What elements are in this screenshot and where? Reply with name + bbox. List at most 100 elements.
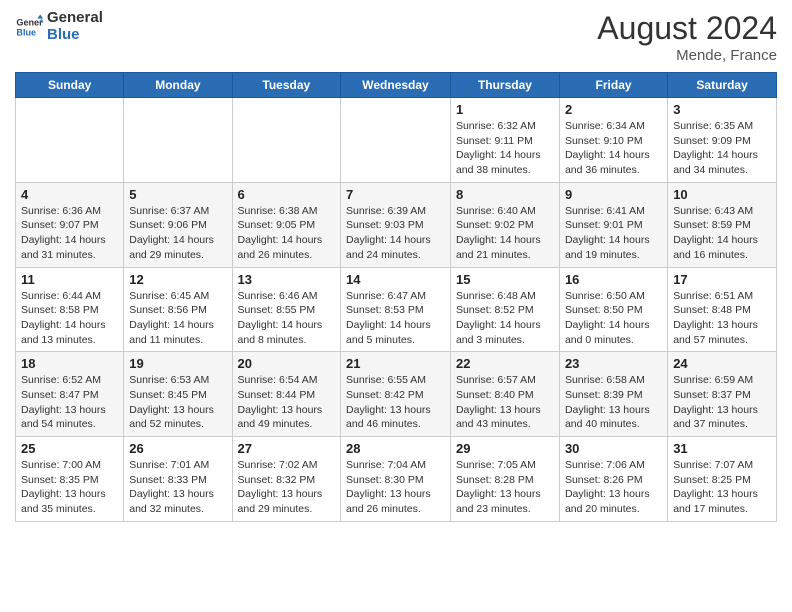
table-row: 16 Sunrise: 6:50 AM Sunset: 8:50 PM Dayli… xyxy=(559,267,667,352)
day-info: Sunrise: 6:50 AM Sunset: 8:50 PM Dayligh… xyxy=(565,289,662,348)
table-row: 20Sunrise: 6:54 AM Sunset: 8:44 PM Dayli… xyxy=(232,352,340,437)
page: General Blue General Blue August 2024 Me… xyxy=(0,0,792,612)
day-info: Sunrise: 7:00 AM Sunset: 8:35 PM Dayligh… xyxy=(21,458,118,517)
day-number: 27 xyxy=(238,441,335,456)
calendar-header-row: Sunday Monday Tuesday Wednesday Thursday… xyxy=(16,73,777,98)
day-number: 7 xyxy=(346,187,445,202)
day-info: Sunrise: 6:36 AM Sunset: 9:07 PM Dayligh… xyxy=(21,204,118,263)
table-row: 24 Sunrise: 6:59 AM Sunset: 8:37 PM Dayli… xyxy=(668,352,777,437)
day-info: Sunrise: 6:58 AM Sunset: 8:39 PM Dayligh… xyxy=(565,373,662,432)
day-info: Sunrise: 6:39 AM Sunset: 9:03 PM Dayligh… xyxy=(346,204,445,263)
day-number: 5 xyxy=(129,187,226,202)
svg-text:Blue: Blue xyxy=(16,27,36,37)
day-info: Sunrise: 6:45 AM Sunset: 8:56 PM Dayligh… xyxy=(129,289,226,348)
day-info: Sunrise: 6:52 AM Sunset: 8:47 PM Dayligh… xyxy=(21,373,118,432)
table-row: 13 Sunrise: 6:46 AM Sunset: 8:55 PM Dayli… xyxy=(232,267,340,352)
day-number: 26 xyxy=(129,441,226,456)
day-number: 1 xyxy=(456,102,554,117)
table-row: 21Sunrise: 6:55 AM Sunset: 8:42 PM Dayli… xyxy=(341,352,451,437)
logo: General Blue General Blue xyxy=(15,10,103,43)
table-row: 15 Sunrise: 6:48 AM Sunset: 8:52 PM Dayli… xyxy=(450,267,559,352)
table-row: 23 Sunrise: 6:58 AM Sunset: 8:39 PM Dayli… xyxy=(559,352,667,437)
day-number: 25 xyxy=(21,441,118,456)
day-number: 16 xyxy=(565,272,662,287)
day-info: Sunrise: 6:37 AM Sunset: 9:06 PM Dayligh… xyxy=(129,204,226,263)
col-thursday: Thursday xyxy=(450,73,559,98)
day-info: Sunrise: 6:35 AM Sunset: 9:09 PM Dayligh… xyxy=(673,119,771,178)
header: General Blue General Blue August 2024 Me… xyxy=(15,10,777,64)
col-sunday: Sunday xyxy=(16,73,124,98)
day-info: Sunrise: 7:04 AM Sunset: 8:30 PM Dayligh… xyxy=(346,458,445,517)
day-number: 20 xyxy=(238,356,335,371)
day-info: Sunrise: 6:51 AM Sunset: 8:48 PM Dayligh… xyxy=(673,289,771,348)
logo-icon: General Blue xyxy=(15,13,43,41)
day-info: Sunrise: 6:44 AM Sunset: 8:58 PM Dayligh… xyxy=(21,289,118,348)
day-number: 12 xyxy=(129,272,226,287)
table-row: 18 Sunrise: 6:52 AM Sunset: 8:47 PM Dayli… xyxy=(16,352,124,437)
table-row: 6 Sunrise: 6:38 AM Sunset: 9:05 PM Daylig… xyxy=(232,182,340,267)
month-year: August 2024 xyxy=(597,10,777,47)
day-info: Sunrise: 6:40 AM Sunset: 9:02 PM Dayligh… xyxy=(456,204,554,263)
calendar-week-row: 11 Sunrise: 6:44 AM Sunset: 8:58 PM Dayli… xyxy=(16,267,777,352)
day-number: 2 xyxy=(565,102,662,117)
day-number: 9 xyxy=(565,187,662,202)
table-row: 17Sunrise: 6:51 AM Sunset: 8:48 PM Dayli… xyxy=(668,267,777,352)
location: Mende, France xyxy=(597,47,777,64)
day-info: Sunrise: 7:02 AM Sunset: 8:32 PM Dayligh… xyxy=(238,458,335,517)
day-info: Sunrise: 7:05 AM Sunset: 8:28 PM Dayligh… xyxy=(456,458,554,517)
table-row: 2Sunrise: 6:34 AM Sunset: 9:10 PM Daylig… xyxy=(559,98,667,183)
day-number: 13 xyxy=(238,272,335,287)
table-row: 10Sunrise: 6:43 AM Sunset: 8:59 PM Dayli… xyxy=(668,182,777,267)
day-number: 3 xyxy=(673,102,771,117)
day-info: Sunrise: 6:48 AM Sunset: 8:52 PM Dayligh… xyxy=(456,289,554,348)
col-friday: Friday xyxy=(559,73,667,98)
day-number: 23 xyxy=(565,356,662,371)
table-row: 11 Sunrise: 6:44 AM Sunset: 8:58 PM Dayli… xyxy=(16,267,124,352)
table-row: 27 Sunrise: 7:02 AM Sunset: 8:32 PM Dayli… xyxy=(232,437,340,522)
day-info: Sunrise: 6:43 AM Sunset: 8:59 PM Dayligh… xyxy=(673,204,771,263)
day-number: 29 xyxy=(456,441,554,456)
day-info: Sunrise: 6:38 AM Sunset: 9:05 PM Dayligh… xyxy=(238,204,335,263)
table-row: 28 Sunrise: 7:04 AM Sunset: 8:30 PM Dayli… xyxy=(341,437,451,522)
table-row: 25 Sunrise: 7:00 AM Sunset: 8:35 PM Dayli… xyxy=(16,437,124,522)
day-number: 15 xyxy=(456,272,554,287)
day-info: Sunrise: 6:46 AM Sunset: 8:55 PM Dayligh… xyxy=(238,289,335,348)
table-row: 9Sunrise: 6:41 AM Sunset: 9:01 PM Daylig… xyxy=(559,182,667,267)
day-info: Sunrise: 7:06 AM Sunset: 8:26 PM Dayligh… xyxy=(565,458,662,517)
day-info: Sunrise: 6:32 AM Sunset: 9:11 PM Dayligh… xyxy=(456,119,554,178)
col-tuesday: Tuesday xyxy=(232,73,340,98)
title-block: August 2024 Mende, France xyxy=(597,10,777,64)
table-row: 5 Sunrise: 6:37 AM Sunset: 9:06 PM Daylig… xyxy=(124,182,232,267)
calendar: Sunday Monday Tuesday Wednesday Thursday… xyxy=(15,72,777,522)
day-number: 4 xyxy=(21,187,118,202)
table-row xyxy=(16,98,124,183)
day-number: 28 xyxy=(346,441,445,456)
calendar-week-row: 18 Sunrise: 6:52 AM Sunset: 8:47 PM Dayli… xyxy=(16,352,777,437)
day-info: Sunrise: 6:47 AM Sunset: 8:53 PM Dayligh… xyxy=(346,289,445,348)
table-row: 29 Sunrise: 7:05 AM Sunset: 8:28 PM Dayli… xyxy=(450,437,559,522)
day-number: 14 xyxy=(346,272,445,287)
table-row xyxy=(232,98,340,183)
table-row: 4 Sunrise: 6:36 AM Sunset: 9:07 PM Daylig… xyxy=(16,182,124,267)
day-info: Sunrise: 7:01 AM Sunset: 8:33 PM Dayligh… xyxy=(129,458,226,517)
day-info: Sunrise: 6:57 AM Sunset: 8:40 PM Dayligh… xyxy=(456,373,554,432)
day-number: 18 xyxy=(21,356,118,371)
table-row: 31Sunrise: 7:07 AM Sunset: 8:25 PM Dayli… xyxy=(668,437,777,522)
day-number: 8 xyxy=(456,187,554,202)
day-number: 19 xyxy=(129,356,226,371)
day-number: 6 xyxy=(238,187,335,202)
logo-text-blue: Blue xyxy=(47,27,103,44)
col-monday: Monday xyxy=(124,73,232,98)
day-number: 30 xyxy=(565,441,662,456)
table-row: 30 Sunrise: 7:06 AM Sunset: 8:26 PM Dayli… xyxy=(559,437,667,522)
day-number: 24 xyxy=(673,356,771,371)
day-info: Sunrise: 6:59 AM Sunset: 8:37 PM Dayligh… xyxy=(673,373,771,432)
col-saturday: Saturday xyxy=(668,73,777,98)
day-number: 22 xyxy=(456,356,554,371)
table-row: 22 Sunrise: 6:57 AM Sunset: 8:40 PM Dayli… xyxy=(450,352,559,437)
day-number: 11 xyxy=(21,272,118,287)
calendar-week-row: 25 Sunrise: 7:00 AM Sunset: 8:35 PM Dayli… xyxy=(16,437,777,522)
day-number: 31 xyxy=(673,441,771,456)
calendar-week-row: 4 Sunrise: 6:36 AM Sunset: 9:07 PM Daylig… xyxy=(16,182,777,267)
table-row xyxy=(124,98,232,183)
